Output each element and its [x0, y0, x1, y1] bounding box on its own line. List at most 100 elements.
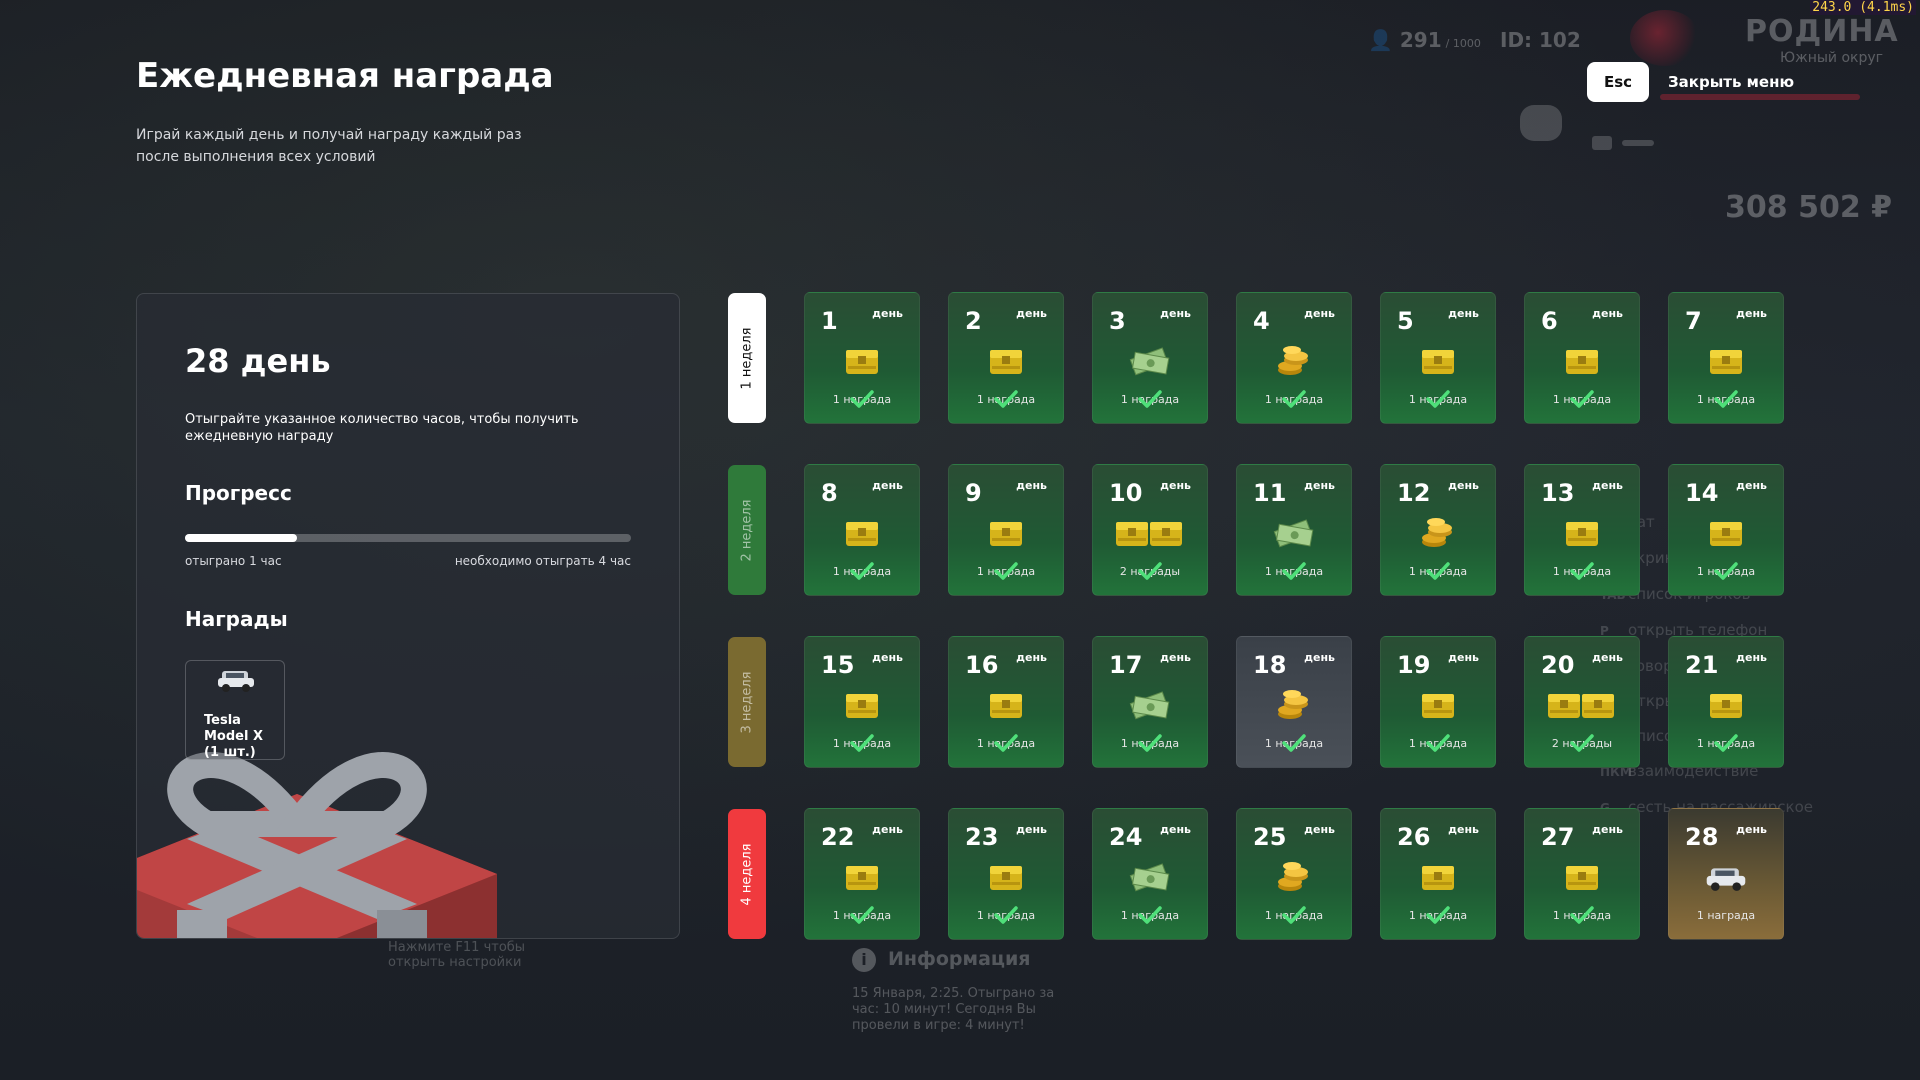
day-number: 6 [1541, 307, 1558, 335]
cash-icon [1093, 687, 1207, 723]
coins-icon [1381, 515, 1495, 551]
progress-title: Прогресс [185, 481, 292, 505]
checkmark-icon [1426, 906, 1450, 924]
day-card-3[interactable]: 3 день 1 награда [1092, 292, 1208, 424]
week-tab-label: 4 неделя [739, 842, 755, 906]
day-card-5[interactable]: 5 день 1 награда [1380, 292, 1496, 424]
reward-name: Tesla Model X (1 шт.) [204, 713, 263, 760]
week-tab-1[interactable]: 1 неделя [728, 293, 766, 423]
day-label: день [1016, 479, 1047, 492]
checkmark-icon [994, 906, 1018, 924]
day-number: 19 [1397, 651, 1431, 679]
day-card-9[interactable]: 9 день 1 награда [948, 464, 1064, 596]
day-label: день [1304, 823, 1335, 836]
day-number: 23 [965, 823, 999, 851]
page-title: Ежедневная награда [136, 56, 554, 96]
day-card-8[interactable]: 8 день 1 награда [804, 464, 920, 596]
day-card-10[interactable]: 10 день 2 награды [1092, 464, 1208, 596]
day-number: 13 [1541, 479, 1575, 507]
day-details-panel: 28 день Отыграйте указанное количество ч… [136, 293, 680, 939]
day-label: день [1592, 307, 1623, 320]
day-card-12[interactable]: 12 день 1 награда [1380, 464, 1496, 596]
checkmark-icon [994, 562, 1018, 580]
day-number: 5 [1397, 307, 1414, 335]
info-title: Информация [888, 948, 1031, 970]
day-card-4[interactable]: 4 день 1 награда [1236, 292, 1352, 424]
checkmark-icon [1138, 734, 1162, 752]
day-number: 1 [821, 307, 838, 335]
crate-icon [1669, 515, 1783, 551]
week-tab-label: 2 неделя [739, 498, 755, 562]
checkmark-icon [1714, 734, 1738, 752]
week-tab-2[interactable]: 2 неделя [728, 465, 766, 595]
day-card-7[interactable]: 7 день 1 награда [1668, 292, 1784, 424]
checkmark-icon [850, 390, 874, 408]
week-tab-3[interactable]: 3 неделя [728, 637, 766, 767]
day-card-11[interactable]: 11 день 1 награда [1236, 464, 1352, 596]
progress-bar [185, 534, 631, 542]
day-card-24[interactable]: 24 день 1 награда [1092, 808, 1208, 940]
day-card-16[interactable]: 16 день 1 награда [948, 636, 1064, 768]
checkmark-icon [1570, 390, 1594, 408]
day-card-14[interactable]: 14 день 1 награда [1668, 464, 1784, 596]
day-label: день [1736, 307, 1767, 320]
day-label: день [1736, 479, 1767, 492]
ammo-bar [1622, 140, 1654, 146]
day-card-1[interactable]: 1 день 1 награда [804, 292, 920, 424]
day-card-18[interactable]: 18 день 1 награда [1236, 636, 1352, 768]
day-card-15[interactable]: 15 день 1 награда [804, 636, 920, 768]
day-card-28[interactable]: 28 день 1 награда [1668, 808, 1784, 940]
coins-icon [1237, 687, 1351, 723]
day-card-2[interactable]: 2 день 1 награда [948, 292, 1064, 424]
reward-item-card[interactable]: Tesla Model X (1 шт.) [185, 660, 285, 760]
car-icon [218, 671, 254, 692]
coins-icon [1237, 859, 1351, 895]
day-number: 20 [1541, 651, 1575, 679]
day-card-17[interactable]: 17 день 1 награда [1092, 636, 1208, 768]
day-number: 21 [1685, 651, 1719, 679]
reward-count: 1 награда [1696, 909, 1756, 922]
day-number: 14 [1685, 479, 1719, 507]
day-label: день [872, 651, 903, 664]
day-label: день [1304, 307, 1335, 320]
checkmark-icon [1570, 562, 1594, 580]
server-region: Южный округ [1780, 50, 1884, 66]
day-number: 3 [1109, 307, 1126, 335]
day-card-6[interactable]: 6 день 1 награда [1524, 292, 1640, 424]
day-card-20[interactable]: 20 день 2 награды [1524, 636, 1640, 768]
day-label: день [1160, 307, 1191, 320]
day-card-13[interactable]: 13 день 1 награда [1524, 464, 1640, 596]
day-card-25[interactable]: 25 день 1 награда [1236, 808, 1352, 940]
day-label: день [1016, 823, 1047, 836]
esc-button[interactable]: Esc [1587, 62, 1649, 102]
day-card-23[interactable]: 23 день 1 награда [948, 808, 1064, 940]
day-card-21[interactable]: 21 день 1 награда [1668, 636, 1784, 768]
coins-icon [1237, 343, 1351, 379]
health-bar [1660, 94, 1860, 100]
crate-icon [805, 859, 919, 895]
day-label: день [1448, 479, 1479, 492]
day-card-19[interactable]: 19 день 1 награда [1380, 636, 1496, 768]
day-number: 22 [821, 823, 855, 851]
day-card-27[interactable]: 27 день 1 награда [1524, 808, 1640, 940]
crate-icon [1525, 515, 1639, 551]
day-label: день [1016, 307, 1047, 320]
player-id: ID: 102 [1500, 28, 1581, 52]
ammo-icon [1592, 136, 1612, 150]
day-label: день [1160, 479, 1191, 492]
checkmark-icon [1282, 734, 1306, 752]
day-number: 11 [1253, 479, 1287, 507]
checkmark-icon [1714, 562, 1738, 580]
progress-fill [185, 534, 297, 542]
week-tab-4[interactable]: 4 неделя [728, 809, 766, 939]
crate-icon [805, 515, 919, 551]
close-menu-button[interactable]: Закрыть меню [1668, 73, 1794, 91]
week-tab-label: 1 неделя [739, 326, 755, 390]
day-label: день [872, 307, 903, 320]
crate-icon [1381, 343, 1495, 379]
day-number: 27 [1541, 823, 1575, 851]
double-crate-icon [1525, 687, 1639, 723]
day-card-22[interactable]: 22 день 1 награда [804, 808, 920, 940]
day-card-26[interactable]: 26 день 1 награда [1380, 808, 1496, 940]
crate-icon [805, 687, 919, 723]
